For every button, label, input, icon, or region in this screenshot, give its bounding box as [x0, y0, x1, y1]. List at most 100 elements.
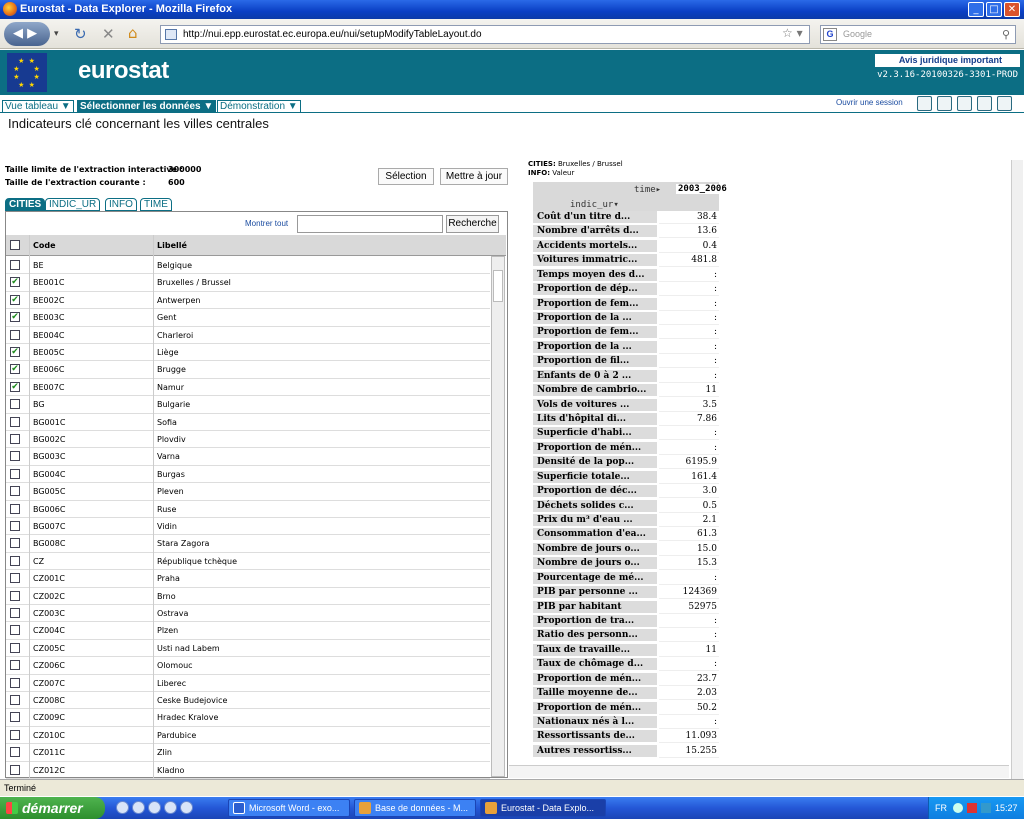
reload-icon[interactable]: ↻: [74, 25, 87, 43]
indicator-label[interactable]: Pourcentage de mé...: [533, 571, 657, 585]
row-checkbox[interactable]: [10, 468, 20, 479]
row-checkbox[interactable]: ✔: [10, 312, 20, 323]
row-checkbox[interactable]: [10, 399, 20, 410]
row-checkbox[interactable]: [10, 642, 20, 653]
tab-time[interactable]: TIME: [140, 198, 172, 211]
indicator-label[interactable]: Vols de voitures ...: [533, 398, 657, 412]
indicator-label[interactable]: Nationaux nés à l...: [533, 716, 657, 730]
login-link[interactable]: Ouvrir une session: [836, 98, 903, 107]
row-checkbox[interactable]: [10, 503, 20, 514]
indicator-label[interactable]: Proportion de déc...: [533, 485, 657, 499]
search-input[interactable]: [297, 215, 443, 233]
indicator-label[interactable]: Taux de chômage d...: [533, 658, 657, 672]
indicator-label[interactable]: Proportion de la ...: [533, 312, 657, 325]
indicator-label[interactable]: Nombre de cambrio...: [533, 384, 657, 398]
row-checkbox[interactable]: [10, 625, 20, 636]
indicator-label[interactable]: Proportion de tra...: [533, 615, 657, 629]
time-dimension-label[interactable]: time▸: [634, 185, 661, 195]
row-checkbox[interactable]: [10, 329, 20, 340]
folder-icon[interactable]: [997, 96, 1012, 111]
row-checkbox[interactable]: [10, 451, 20, 462]
row-checkbox[interactable]: [10, 260, 20, 270]
quicklaunch-icon[interactable]: [180, 801, 193, 814]
selection-button[interactable]: Sélection: [378, 168, 434, 185]
list-scroll-thumb[interactable]: [493, 270, 503, 302]
indicator-label[interactable]: Temps moyen des d...: [533, 268, 657, 282]
language-indicator[interactable]: FR: [935, 797, 947, 819]
print-icon[interactable]: [977, 96, 992, 111]
indicator-label[interactable]: Proportion de mén...: [533, 672, 657, 686]
indicator-label[interactable]: Proportion de la ...: [533, 340, 657, 354]
select-all-checkbox[interactable]: [10, 240, 20, 250]
indicator-label[interactable]: Taille moyenne de...: [533, 687, 657, 701]
quicklaunch-icon[interactable]: [148, 801, 161, 814]
indicator-label[interactable]: Nombre d'arrêts d...: [533, 225, 657, 239]
tray-icon[interactable]: [981, 803, 991, 813]
row-checkbox[interactable]: [10, 434, 20, 444]
tab-indic-ur[interactable]: INDIC_UR: [45, 198, 101, 211]
indicator-label[interactable]: Enfants de 0 à 2 ...: [533, 369, 657, 383]
indicator-label[interactable]: Voitures immatric...: [533, 254, 657, 268]
tray-icon[interactable]: [967, 803, 977, 813]
indicator-label[interactable]: Ratio des personn...: [533, 629, 657, 643]
row-checkbox[interactable]: [10, 590, 20, 601]
search-button[interactable]: Recherche: [446, 215, 499, 233]
indicator-label[interactable]: Nombre de jours o...: [533, 557, 657, 571]
tab-demonstration[interactable]: Démonstration ▼: [217, 100, 301, 113]
row-checkbox[interactable]: ✔: [10, 381, 20, 392]
task-eurostat[interactable]: Eurostat - Data Explo...: [480, 799, 606, 817]
row-checkbox[interactable]: [10, 573, 20, 584]
eurostat-logo[interactable]: eurostat: [78, 57, 169, 85]
row-checkbox[interactable]: [10, 677, 20, 688]
indicator-label[interactable]: Accidents mortels...: [533, 239, 657, 253]
tray-icon[interactable]: [953, 803, 963, 813]
indicator-label[interactable]: Proportion de fem...: [533, 297, 657, 311]
quicklaunch-icon[interactable]: [164, 801, 177, 814]
row-checkbox[interactable]: ✔: [10, 347, 20, 357]
row-checkbox[interactable]: [10, 695, 20, 705]
row-checkbox[interactable]: [10, 608, 20, 618]
row-checkbox[interactable]: ✔: [10, 277, 20, 288]
indicator-label[interactable]: Prix du m³ d'eau ...: [533, 514, 657, 528]
indicator-label[interactable]: Déchets solides c...: [533, 499, 657, 513]
back-button[interactable]: ◀ ▶: [4, 22, 50, 46]
row-checkbox[interactable]: [10, 747, 20, 758]
row-checkbox[interactable]: ✔: [10, 364, 20, 375]
indicator-label[interactable]: Proportion de dép...: [533, 283, 657, 297]
indicator-label[interactable]: Densité de la pop...: [533, 456, 657, 470]
row-checkbox[interactable]: [10, 521, 20, 531]
table-icon[interactable]: [917, 96, 932, 111]
indicator-label[interactable]: Coût d'un titre d...: [533, 211, 657, 224]
row-checkbox[interactable]: [10, 729, 20, 740]
update-button[interactable]: Mettre à jour: [440, 168, 508, 185]
info-icon[interactable]: [937, 96, 952, 111]
quicklaunch-icon[interactable]: [132, 801, 145, 814]
indicator-label[interactable]: PIB par habitant: [533, 600, 657, 614]
indicator-label[interactable]: Ressortissants de...: [533, 730, 657, 744]
show-all-link[interactable]: Montrer tout: [245, 219, 288, 228]
horizontal-scrollbar[interactable]: [509, 765, 1009, 778]
row-checkbox[interactable]: [10, 712, 20, 723]
indicator-label[interactable]: Superficie d'habi...: [533, 427, 657, 441]
search-box[interactable]: G Google ⚲: [820, 25, 1016, 44]
url-bar[interactable]: http://nui.epp.eurostat.ec.europa.eu/nui…: [160, 25, 810, 44]
list-scrollbar[interactable]: [491, 256, 505, 777]
close-button[interactable]: ✕: [1004, 2, 1020, 17]
legal-notice-link[interactable]: Avis juridique important: [875, 54, 1020, 67]
row-checkbox[interactable]: [10, 764, 20, 775]
row-checkbox[interactable]: [10, 660, 20, 671]
home-icon[interactable]: ⌂: [128, 24, 138, 42]
bookmark-star-icon[interactable]: ☆ ▾: [782, 26, 803, 40]
history-dropdown-icon[interactable]: ▾: [54, 25, 59, 43]
page-scrollbar[interactable]: [1011, 160, 1023, 779]
indicator-label[interactable]: Proportion de mén...: [533, 701, 657, 715]
row-checkbox[interactable]: [10, 538, 20, 549]
indicator-label[interactable]: Consommation d'ea...: [533, 528, 657, 542]
tab-table-view[interactable]: Vue tableau ▼: [2, 100, 74, 113]
row-checkbox[interactable]: [10, 555, 20, 566]
row-checkbox[interactable]: [10, 486, 20, 497]
quicklaunch-icon[interactable]: [116, 801, 129, 814]
search-icon[interactable]: ⚲: [1002, 27, 1010, 44]
indicator-label[interactable]: PIB par personne ...: [533, 586, 657, 600]
start-button[interactable]: démarrer: [0, 797, 105, 819]
